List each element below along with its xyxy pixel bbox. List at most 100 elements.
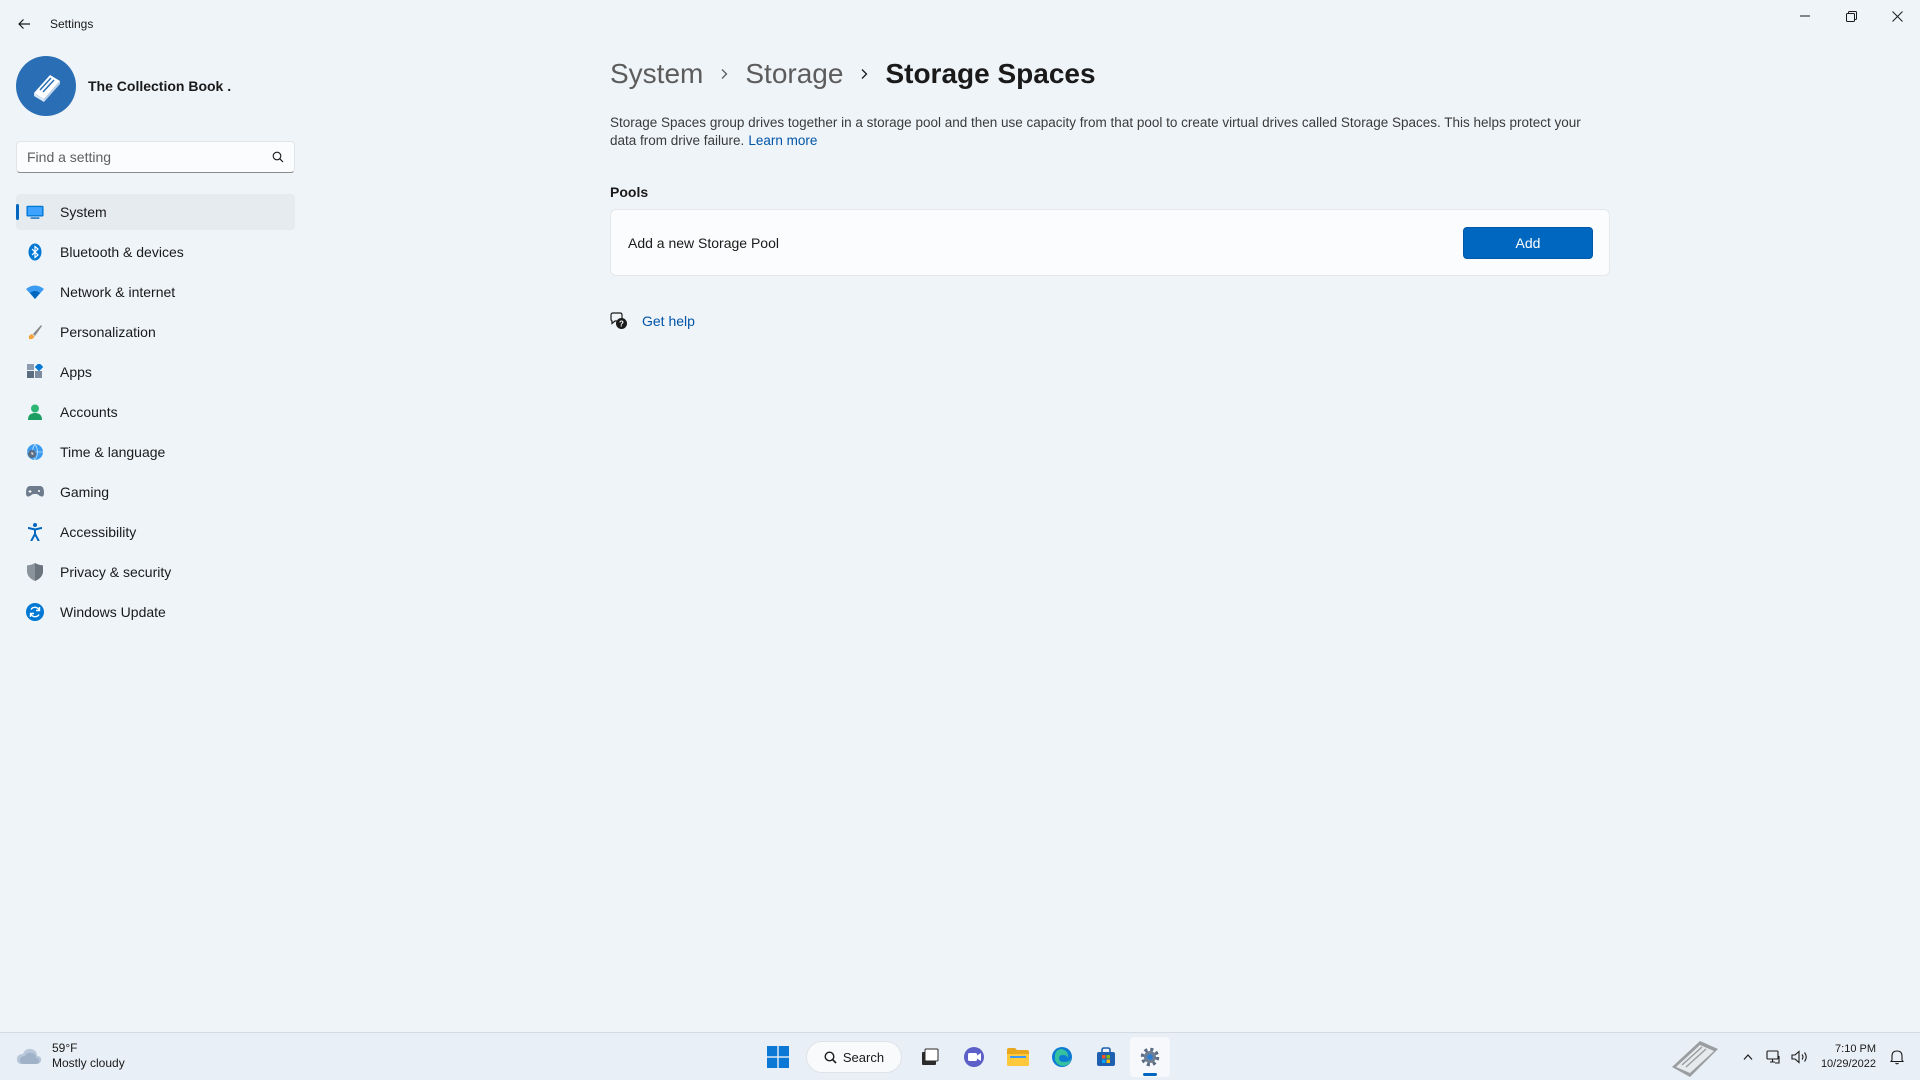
file-explorer-button[interactable] <box>998 1037 1038 1077</box>
edge-button[interactable] <box>1042 1037 1082 1077</box>
weather-widget[interactable]: 59°F Mostly cloudy <box>16 1041 125 1071</box>
clock-date: 10/29/2022 <box>1820 1058 1876 1070</box>
update-icon <box>26 603 44 621</box>
search-icon <box>824 1050 837 1064</box>
sidebar-item-gaming[interactable]: Gaming <box>16 474 295 510</box>
weather-text: 59°F Mostly cloudy <box>52 1041 125 1071</box>
sidebar-item-privacy-security[interactable]: Privacy & security <box>16 554 295 590</box>
sidebar-item-label: Apps <box>60 364 92 380</box>
sidebar: The Collection Book . System Bluetooth &… <box>0 48 310 1028</box>
sidebar-item-apps[interactable]: Apps <box>16 354 295 390</box>
clock[interactable]: 7:10 PM 10/29/2022 <box>1821 1042 1876 1072</box>
chevron-right-icon <box>719 68 729 80</box>
sidebar-item-network-internet[interactable]: Network & internet <box>16 274 295 310</box>
accessibility-icon <box>26 523 44 541</box>
breadcrumb-system[interactable]: System <box>610 58 703 90</box>
start-button[interactable] <box>758 1037 798 1077</box>
wifi-icon <box>26 283 44 301</box>
pools-section-title: Pools <box>610 184 649 200</box>
breadcrumb: System Storage Storage Spaces <box>610 58 1096 90</box>
store-button[interactable] <box>1086 1037 1126 1077</box>
add-button[interactable]: Add <box>1463 227 1593 259</box>
taskbar-search-label: Search <box>842 1049 885 1065</box>
sidebar-item-label: Gaming <box>60 484 110 500</box>
folder-icon <box>1007 1048 1029 1066</box>
system-display-icon <box>26 203 44 221</box>
sidebar-item-time-language[interactable]: Time & language <box>16 434 295 470</box>
cloud-icon <box>16 1048 42 1064</box>
teams-chat-button[interactable] <box>954 1037 994 1077</box>
notifications-button[interactable] <box>1886 1046 1908 1068</box>
network-icon <box>1766 1050 1780 1064</box>
sidebar-item-label: Windows Update <box>60 604 166 620</box>
learn-more-link[interactable]: Learn more <box>748 133 817 148</box>
chevron-up-icon <box>1743 1054 1753 1060</box>
volume-button[interactable] <box>1789 1046 1811 1068</box>
add-storage-pool-label: Add a new Storage Pool <box>628 235 779 251</box>
page-title: Storage Spaces <box>885 58 1096 89</box>
chevron-right-icon <box>859 68 869 80</box>
minimize-button[interactable] <box>1782 0 1828 32</box>
sidebar-item-label: Network & internet <box>60 284 176 300</box>
page-description: Storage Spaces group drives together in … <box>610 114 1610 150</box>
add-storage-pool-card: Add a new Storage Pool Add <box>610 209 1610 276</box>
get-help-link[interactable]: Get help <box>642 313 695 329</box>
sidebar-item-personalization[interactable]: Personalization <box>16 314 295 350</box>
avatar <box>16 56 76 116</box>
show-hidden-icons-button[interactable] <box>1737 1046 1759 1068</box>
settings-app-button[interactable] <box>1130 1037 1170 1077</box>
edge-browser-icon <box>1052 1047 1072 1067</box>
gamepad-icon <box>26 483 44 501</box>
bluetooth-icon <box>26 243 44 261</box>
network-status-button[interactable] <box>1763 1046 1785 1068</box>
get-help-icon: ? <box>610 312 627 329</box>
search-icon <box>272 151 284 163</box>
globe-clock-icon <box>26 443 44 461</box>
sidebar-item-system[interactable]: System <box>16 194 295 230</box>
sidebar-item-label: Bluetooth & devices <box>60 244 184 260</box>
notification-bell-icon <box>1890 1050 1904 1065</box>
restore-button[interactable] <box>1828 0 1874 32</box>
sidebar-item-label: Accounts <box>60 404 118 420</box>
windows-logo-icon <box>767 1046 789 1068</box>
book-watermark-icon <box>1672 1041 1718 1077</box>
profile-name: The Collection Book . <box>88 78 232 94</box>
title-bar: Settings <box>0 0 1920 48</box>
settings-window: Settings The Collection Book . Find a se… <box>0 0 1920 1032</box>
task-view-button[interactable] <box>910 1037 950 1077</box>
sidebar-item-label: System <box>60 204 107 220</box>
app-title: Settings <box>50 17 94 31</box>
svg-text:?: ? <box>619 319 624 328</box>
person-icon <box>26 403 44 421</box>
sidebar-item-accessibility[interactable]: Accessibility <box>16 514 295 550</box>
taskbar-search-button[interactable]: Search <box>806 1041 902 1073</box>
sidebar-item-windows-update[interactable]: Windows Update <box>16 594 295 630</box>
restore-icon <box>1845 10 1857 22</box>
breadcrumb-storage[interactable]: Storage <box>745 58 843 90</box>
settings-search-box[interactable] <box>16 141 295 173</box>
task-view-icon <box>922 1048 939 1065</box>
watermark-logo <box>1666 1035 1722 1079</box>
speaker-icon <box>1791 1050 1807 1064</box>
sidebar-item-bluetooth-devices[interactable]: Bluetooth & devices <box>16 234 295 270</box>
sidebar-item-label: Time & language <box>60 444 166 460</box>
sidebar-item-label: Accessibility <box>60 524 137 540</box>
taskbar: 59°F Mostly cloudy Search 7:10 PM 10/29/… <box>0 1032 1920 1080</box>
taskbar-center: Search <box>756 1037 1172 1077</box>
clock-time: 7:10 PM <box>1835 1043 1876 1055</box>
sidebar-item-label: Privacy & security <box>60 564 172 580</box>
system-tray: 7:10 PM 10/29/2022 <box>1735 1039 1910 1075</box>
apps-icon <box>26 363 44 381</box>
arrow-left-icon <box>18 19 30 29</box>
paintbrush-icon <box>26 323 44 341</box>
back-button[interactable] <box>12 12 36 36</box>
sidebar-nav: System Bluetooth & devices Network & int… <box>16 194 295 634</box>
close-icon <box>1891 10 1903 22</box>
close-button[interactable] <box>1874 0 1920 32</box>
minimize-icon <box>1800 15 1810 17</box>
store-bag-icon <box>1097 1047 1115 1066</box>
sidebar-item-accounts[interactable]: Accounts <box>16 394 295 430</box>
user-profile[interactable]: The Collection Book . <box>16 56 231 116</box>
book-icon <box>34 75 60 102</box>
settings-search-input[interactable] <box>27 149 272 165</box>
